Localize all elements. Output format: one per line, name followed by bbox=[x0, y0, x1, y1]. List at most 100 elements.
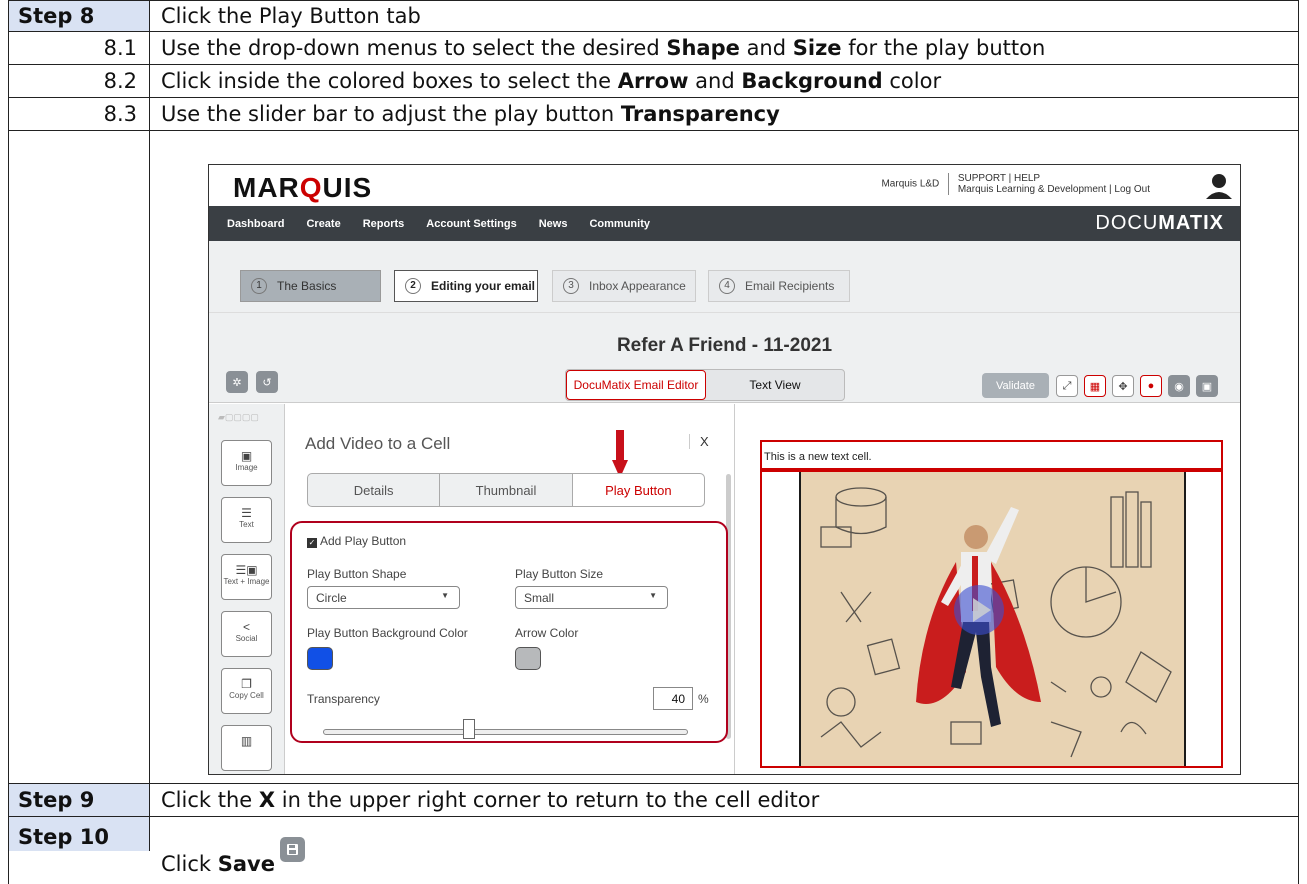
text-cell[interactable]: This is a new text cell. bbox=[760, 440, 1223, 470]
substep-row: 8.3 Use the slider bar to adjust the pla… bbox=[8, 98, 1299, 131]
app-header: MARQUIS Marquis L&D SUPPORT | HELP Marqui… bbox=[209, 165, 1240, 206]
brand-bold: MATIX bbox=[1158, 212, 1224, 234]
add-play-checkbox-row[interactable]: ✓ Add Play Button bbox=[307, 534, 406, 548]
add-video-panel: Add Video to a Cell X Details Thumbnail … bbox=[285, 404, 735, 774]
tool-label: Text bbox=[239, 520, 254, 529]
text-image-icon: ☰▣ bbox=[235, 563, 258, 577]
transparency-input[interactable]: 40 bbox=[653, 687, 693, 710]
history-icon[interactable]: ↺ bbox=[256, 371, 278, 393]
avatar-icon[interactable] bbox=[1206, 173, 1232, 199]
email-title: Refer A Friend - 11-2021 bbox=[616, 335, 833, 356]
step-number: 4 bbox=[719, 278, 735, 294]
text-run: for the play button bbox=[841, 36, 1046, 60]
bold-run: Transparency bbox=[620, 102, 780, 126]
email-preview: This is a new text cell. bbox=[736, 404, 1240, 774]
marquis-logo: MARQUIS bbox=[233, 172, 373, 203]
chart-icon: ▥ bbox=[240, 734, 253, 748]
move-icon[interactable]: ✥ bbox=[1112, 375, 1134, 397]
save-icon[interactable]: ▣ bbox=[1196, 375, 1218, 397]
tool-social[interactable]: < Social bbox=[221, 611, 272, 657]
nav-dashboard[interactable]: Dashboard bbox=[227, 218, 284, 230]
step-label: Inbox Appearance bbox=[589, 279, 686, 293]
step-number: 3 bbox=[563, 278, 579, 294]
substep-row: 8.2 Click inside the colored boxes to se… bbox=[8, 65, 1299, 98]
step-the-basics[interactable]: 1 The Basics bbox=[240, 270, 381, 302]
size-select[interactable]: Small ▼ bbox=[515, 586, 668, 609]
save-icon bbox=[279, 837, 305, 862]
text-run: and bbox=[739, 36, 793, 60]
shape-select[interactable]: Circle ▼ bbox=[307, 586, 460, 609]
step-inbox-appearance[interactable]: 3 Inbox Appearance bbox=[552, 270, 696, 302]
arrow-color-label: Arrow Color bbox=[515, 626, 579, 640]
step-email-recipients[interactable]: 4 Email Recipients bbox=[708, 270, 850, 302]
text-run: Use the drop-down menus to select the de… bbox=[161, 36, 660, 60]
tool-chart[interactable]: ▥ bbox=[221, 725, 272, 771]
validate-button[interactable]: Validate bbox=[982, 373, 1049, 398]
transparency-slider-thumb[interactable] bbox=[463, 719, 475, 739]
text-run: in the upper right corner to return to t… bbox=[275, 788, 820, 812]
text-run: Use the slider bar to adjust the play bu… bbox=[161, 102, 615, 126]
add-play-label: Add Play Button bbox=[320, 534, 407, 548]
tool-copy-cell[interactable]: ❐ Copy Cell bbox=[221, 668, 272, 714]
size-value: Small bbox=[524, 590, 555, 605]
nav-community[interactable]: Community bbox=[589, 218, 650, 230]
size-label: Play Button Size bbox=[515, 567, 604, 581]
step-8-label: Step 8 bbox=[9, 1, 150, 31]
substep-text: Use the drop-down menus to select the de… bbox=[150, 32, 1298, 64]
tool-label: Social bbox=[235, 634, 258, 643]
step-8-text: Click the Play Button tab bbox=[161, 4, 421, 28]
settings-gear-icon[interactable]: ✲ bbox=[226, 371, 248, 393]
timer-icon[interactable]: ● bbox=[1140, 375, 1162, 397]
text-view-toggle[interactable]: Text View bbox=[706, 370, 844, 400]
red-down-arrow-icon bbox=[612, 430, 628, 478]
tool-image[interactable]: ▣ Image bbox=[221, 440, 272, 486]
account-logout-link[interactable]: Marquis Learning & Development | Log Out bbox=[958, 184, 1150, 195]
panel-title: Add Video to a Cell bbox=[305, 434, 451, 453]
tool-label: Copy Cell bbox=[229, 691, 264, 700]
step-label: Email Recipients bbox=[745, 279, 835, 293]
expand-icon[interactable]: ⤢ bbox=[1056, 375, 1078, 397]
transparency-slider-track[interactable] bbox=[323, 729, 688, 735]
thumbnail-image bbox=[801, 472, 1184, 766]
user-area: Marquis L&D SUPPORT | HELP Marquis Learni… bbox=[881, 173, 1150, 195]
checkbox-checked-icon[interactable]: ✓ bbox=[307, 538, 317, 548]
nav-create[interactable]: Create bbox=[306, 218, 340, 230]
step-10-label: Step 10 bbox=[9, 817, 150, 851]
empty-cell bbox=[9, 131, 150, 783]
arrow-color-swatch[interactable] bbox=[515, 647, 541, 670]
layout-icon: ▰▢▢▢▢ bbox=[218, 412, 259, 422]
email-editor-toggle[interactable]: DocuMatix Email Editor bbox=[566, 370, 706, 400]
nav-news[interactable]: News bbox=[539, 218, 568, 230]
step-number: 2 bbox=[405, 278, 421, 294]
text-run: color bbox=[882, 69, 942, 93]
tab-thumbnail[interactable]: Thumbnail bbox=[440, 474, 573, 506]
shape-label: Play Button Shape bbox=[307, 567, 407, 581]
grid-icon[interactable]: ▦ bbox=[1084, 375, 1106, 397]
step-9-row: Step 9 Click the X in the upper right co… bbox=[8, 784, 1299, 817]
bg-color-label: Play Button Background Color bbox=[307, 626, 468, 640]
video-cell[interactable] bbox=[760, 470, 1223, 768]
text-run: Click the bbox=[161, 788, 259, 812]
text-icon: ☰ bbox=[241, 506, 252, 520]
transparency-label: Transparency bbox=[307, 692, 380, 706]
close-button[interactable]: X bbox=[689, 434, 709, 449]
user-name[interactable]: Marquis L&D bbox=[881, 179, 939, 190]
video-thumbnail bbox=[799, 472, 1186, 766]
nav-account-settings[interactable]: Account Settings bbox=[426, 218, 516, 230]
step-editing-email[interactable]: 2 Editing your email bbox=[394, 270, 538, 302]
bold-run: Size bbox=[792, 36, 842, 60]
nav-reports[interactable]: Reports bbox=[363, 218, 405, 230]
step-9-label: Step 9 bbox=[9, 784, 150, 816]
bg-color-swatch[interactable] bbox=[307, 647, 333, 670]
bold-run: Arrow bbox=[617, 69, 689, 93]
step-number: 1 bbox=[251, 278, 267, 294]
tool-text-image[interactable]: ☰▣ Text + Image bbox=[221, 554, 272, 600]
step-label: Editing your email bbox=[431, 279, 536, 293]
support-help-link[interactable]: SUPPORT | HELP bbox=[958, 173, 1040, 184]
preview-eye-icon[interactable]: ◉ bbox=[1168, 375, 1190, 397]
image-icon: ▣ bbox=[240, 449, 253, 463]
tool-text[interactable]: ☰ Text bbox=[221, 497, 272, 543]
panel-tabs: Details Thumbnail Play Button bbox=[307, 473, 705, 507]
tab-play-button[interactable]: Play Button bbox=[572, 474, 704, 506]
tab-details[interactable]: Details bbox=[308, 474, 441, 506]
